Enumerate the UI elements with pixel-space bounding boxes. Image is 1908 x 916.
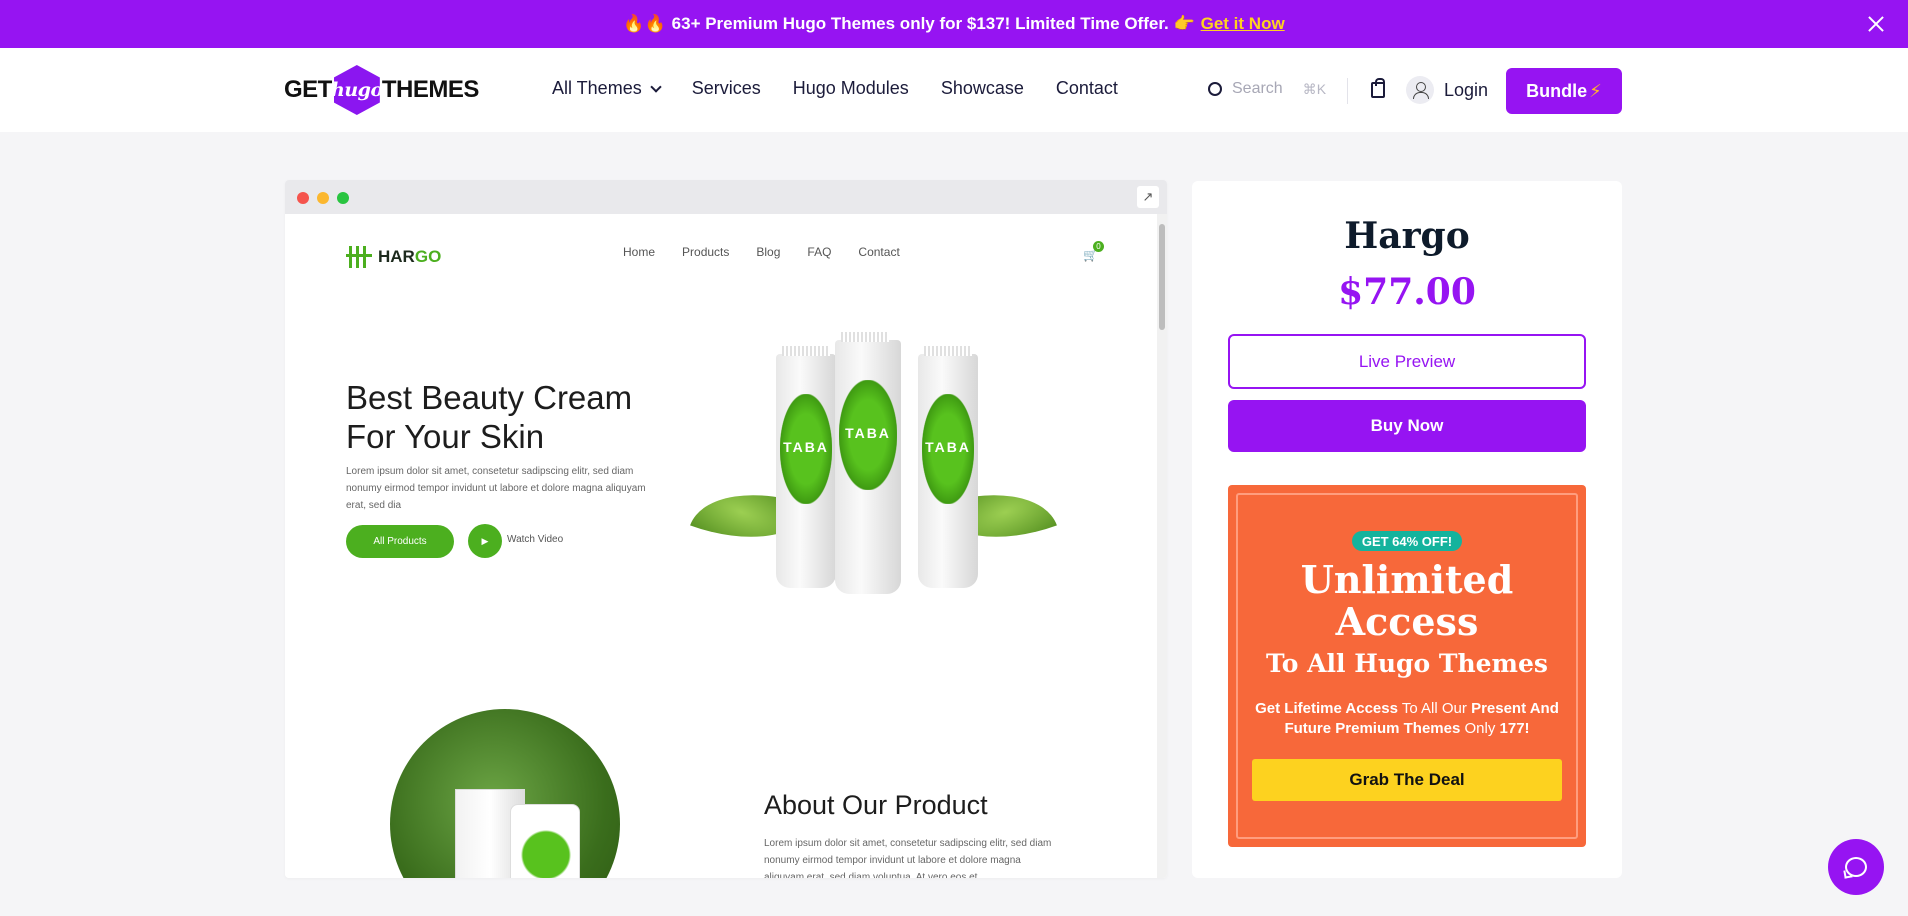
hargo-logo-text: HAR — [378, 247, 415, 266]
grab-the-deal-button[interactable]: Grab The Deal — [1252, 759, 1562, 801]
nav-all-themes[interactable]: All Themes — [552, 78, 662, 99]
promo-subheading: To All Hugo Themes — [1266, 649, 1548, 678]
gethugothemes-logo[interactable]: GET hugo THEMES — [284, 65, 480, 115]
nav-services[interactable]: Services — [692, 78, 761, 99]
nav-hugo-modules[interactable]: Hugo Modules — [793, 78, 909, 99]
search-icon — [1208, 82, 1222, 96]
nav-contact[interactable]: Contact — [1056, 78, 1118, 99]
hero-title: Best Beauty Cream For Your Skin — [346, 379, 633, 455]
nav-showcase[interactable]: Showcase — [941, 78, 1024, 99]
discount-badge: GET 64% OFF! — [1352, 531, 1462, 551]
bundle-label: Bundle — [1526, 80, 1588, 101]
chat-bubble-icon — [1845, 857, 1867, 877]
play-icon[interactable]: ▶ — [468, 524, 502, 558]
preview-site[interactable]: HAR GO Home Products Blog FAQ Contact 🛒 0… — [285, 214, 1167, 878]
bundle-button[interactable]: Bundle ⚡ — [1506, 68, 1622, 114]
search-placeholder: Search — [1232, 80, 1283, 97]
user-icon — [1406, 76, 1434, 104]
preview-nav-faq[interactable]: FAQ — [807, 245, 831, 259]
promo-heading: Unlimited Access — [1300, 557, 1514, 644]
tube-label: TABA — [845, 425, 891, 441]
cart-bag-icon[interactable] — [1371, 78, 1385, 98]
close-dot — [297, 192, 309, 204]
logo-text-themes: THEMES — [381, 76, 480, 103]
scrollbar-thumb[interactable] — [1159, 224, 1165, 330]
hero-text: Lorem ipsum dolor sit amet, consetetur s… — [346, 466, 646, 511]
maximize-dot — [337, 192, 349, 204]
hargo-logo[interactable]: HAR GO — [346, 246, 441, 268]
logo-hex: hugo — [333, 65, 380, 115]
search-shortcut: ⌘K — [1302, 80, 1327, 97]
login-label: Login — [1444, 79, 1489, 100]
live-preview-button[interactable]: Live Preview — [1228, 334, 1586, 389]
hargo-mark-icon — [346, 246, 372, 268]
about-title: About Our Product — [764, 790, 988, 820]
all-products-button[interactable]: All Products — [346, 525, 454, 558]
preview-nav-home[interactable]: Home — [623, 245, 655, 259]
promo-description: Get Lifetime Access To All Our Present A… — [1255, 700, 1559, 737]
tube-label: TABA — [783, 439, 829, 455]
tube-label: TABA — [925, 439, 971, 455]
announcement-bar: 🔥🔥 63+ Premium Hugo Themes only for $137… — [0, 0, 1908, 48]
hargo-logo-accent: GO — [414, 247, 442, 266]
about-text: Lorem ipsum dolor sit amet, consetetur s… — [764, 838, 1052, 878]
get-it-now-link[interactable]: Get it Now — [1201, 14, 1285, 34]
logo-text-get: GET — [284, 76, 332, 103]
bolt-icon: ⚡ — [1589, 80, 1602, 101]
chat-widget-button[interactable] — [1828, 839, 1884, 895]
preview-scrollbar[interactable] — [1157, 214, 1167, 878]
search-button[interactable]: Search ⌘K — [1208, 80, 1326, 98]
buy-now-button[interactable]: Buy Now — [1228, 400, 1586, 452]
watch-video-link[interactable]: Watch Video — [507, 534, 563, 545]
fire-icon: 🔥🔥 — [623, 14, 666, 33]
bundle-promo-box: GET 64% OFF! Unlimited Access To All Hug… — [1228, 485, 1586, 847]
purchase-card: Hargo $77.00 Live Preview Buy Now GET 64… — [1192, 181, 1622, 878]
preview-nav-contact[interactable]: Contact — [858, 245, 899, 259]
announcement-text: 63+ Premium Hugo Themes only for $137! L… — [671, 14, 1195, 33]
close-icon[interactable] — [1864, 12, 1888, 36]
theme-title: Hargo — [1344, 215, 1470, 257]
nav-label: All Themes — [552, 78, 642, 98]
site-header: GET hugo THEMES All Themes Services Hugo… — [0, 48, 1908, 132]
chevron-down-icon — [650, 80, 662, 93]
login-button[interactable]: Login — [1406, 76, 1488, 104]
theme-price: $77.00 — [1338, 271, 1476, 313]
preview-nav: Home Products Blog FAQ Contact — [623, 245, 900, 259]
preview-nav-blog[interactable]: Blog — [756, 245, 780, 259]
cart-count-badge: 0 — [1093, 241, 1104, 252]
theme-preview-frame: ↗ HAR GO Home Products Blog FAQ Contact 🛒… — [285, 180, 1167, 878]
minimize-dot — [317, 192, 329, 204]
browser-bar: ↗ — [285, 180, 1167, 214]
main-nav: All Themes Services Hugo Modules Showcas… — [552, 78, 1118, 99]
external-link-icon[interactable]: ↗ — [1137, 186, 1159, 208]
preview-cart-icon[interactable]: 🛒 0 — [1083, 241, 1104, 262]
preview-nav-products[interactable]: Products — [682, 245, 729, 259]
header-divider — [1347, 78, 1348, 104]
